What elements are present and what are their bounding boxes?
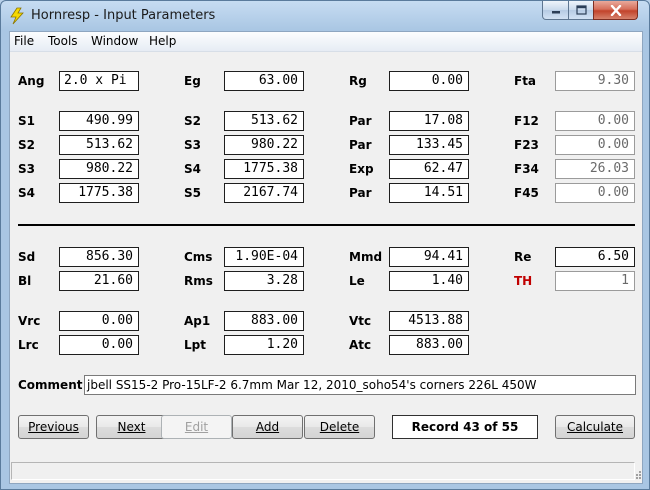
menu-bar: File Tools Window Help <box>10 32 642 52</box>
title-bar[interactable]: Hornresp - Input Parameters <box>1 1 649 31</box>
eg-field[interactable]: 63.00 <box>224 71 304 91</box>
comment-field[interactable]: jbell SS15-2 Pro-15LF-2 6.7mm Mar 12, 20… <box>84 375 636 395</box>
vtc-label: Vtc <box>349 314 372 328</box>
maximize-button[interactable] <box>568 1 594 20</box>
exp-field[interactable]: 62.47 <box>389 159 469 179</box>
atc-field[interactable]: 883.00 <box>389 335 469 355</box>
f12-field: 0.00 <box>555 111 635 131</box>
bl-label: Bl <box>18 274 32 288</box>
ap1-label: Ap1 <box>184 314 211 328</box>
delete-button[interactable]: Delete <box>304 415 375 439</box>
previous-button[interactable]: Previous <box>18 415 89 439</box>
rg-field[interactable]: 0.00 <box>389 71 469 91</box>
next-button[interactable]: Next <box>96 415 167 439</box>
s2-label-b: S2 <box>184 114 201 128</box>
close-button[interactable] <box>593 1 638 20</box>
ap1-field[interactable]: 883.00 <box>224 311 304 331</box>
s4-label: S4 <box>18 186 35 200</box>
close-icon <box>610 4 621 16</box>
par-field-2[interactable]: 133.45 <box>389 135 469 155</box>
fta-label: Fta <box>514 74 537 88</box>
resize-grip-icon[interactable] <box>636 470 642 480</box>
bl-field[interactable]: 21.60 <box>59 271 139 291</box>
mmd-label: Mmd <box>349 250 383 264</box>
f34-field: 26.03 <box>555 159 635 179</box>
edit-button[interactable]: Edit <box>161 415 232 439</box>
calculate-button[interactable]: Calculate <box>555 415 635 439</box>
menu-window[interactable]: Window <box>91 34 138 48</box>
rms-label: Rms <box>184 274 213 288</box>
s1-field[interactable]: 490.99 <box>59 111 139 131</box>
f12-label: F12 <box>514 114 539 128</box>
s5-field[interactable]: 2167.74 <box>224 183 304 203</box>
mmd-field[interactable]: 94.41 <box>389 247 469 267</box>
f23-field: 0.00 <box>555 135 635 155</box>
vrc-label: Vrc <box>18 314 41 328</box>
f34-label: F34 <box>514 162 539 176</box>
s4-field[interactable]: 1775.38 <box>59 183 139 203</box>
s5-label: S5 <box>184 186 201 200</box>
menu-tools[interactable]: Tools <box>48 34 78 48</box>
lrc-label: Lrc <box>18 338 39 352</box>
menu-help[interactable]: Help <box>149 34 176 48</box>
le-field[interactable]: 1.40 <box>389 271 469 291</box>
lightning-bolt-icon <box>10 7 24 25</box>
th-field: 1 <box>555 271 635 291</box>
f45-label: F45 <box>514 186 539 200</box>
exp-label: Exp <box>349 162 374 176</box>
s3-field-b[interactable]: 980.22 <box>224 135 304 155</box>
par-field-1[interactable]: 17.08 <box>389 111 469 131</box>
fta-field: 9.30 <box>555 71 635 91</box>
s2-label: S2 <box>18 138 35 152</box>
f45-field: 0.00 <box>555 183 635 203</box>
menu-file[interactable]: File <box>14 34 34 48</box>
s4-label-b: S4 <box>184 162 201 176</box>
s3-label-b: S3 <box>184 138 201 152</box>
cms-label: Cms <box>184 250 213 264</box>
s2-field-b[interactable]: 513.62 <box>224 111 304 131</box>
window-title: Hornresp - Input Parameters <box>31 8 216 23</box>
hornresp-window: Hornresp - Input Parameters File Tools W… <box>0 0 650 490</box>
rg-label: Rg <box>349 74 367 88</box>
lrc-field[interactable]: 0.00 <box>59 335 139 355</box>
f23-label: F23 <box>514 138 539 152</box>
minimize-button[interactable] <box>542 1 569 20</box>
s1-label: S1 <box>18 114 35 128</box>
comment-label: Comment <box>18 378 83 392</box>
sd-field[interactable]: 856.30 <box>59 247 139 267</box>
maximize-icon <box>575 5 587 15</box>
s3-label: S3 <box>18 162 35 176</box>
cms-field[interactable]: 1.90E-04 <box>224 247 304 267</box>
lpt-field[interactable]: 1.20 <box>224 335 304 355</box>
vtc-field[interactable]: 4513.88 <box>389 311 469 331</box>
lpt-label: Lpt <box>184 338 206 352</box>
le-label: Le <box>349 274 365 288</box>
eg-label: Eg <box>184 74 201 88</box>
vrc-field[interactable]: 0.00 <box>59 311 139 331</box>
s3-field[interactable]: 980.22 <box>59 159 139 179</box>
par-field-3[interactable]: 14.51 <box>389 183 469 203</box>
s2-field[interactable]: 513.62 <box>59 135 139 155</box>
rms-field[interactable]: 3.28 <box>224 271 304 291</box>
add-button[interactable]: Add <box>232 415 303 439</box>
par-label-2: Par <box>349 138 372 152</box>
re-label: Re <box>514 250 532 264</box>
client-area: File Tools Window Help Ang 2.0 x Pi Eg 6… <box>9 31 643 484</box>
sd-label: Sd <box>18 250 36 264</box>
re-field[interactable]: 6.50 <box>555 247 635 267</box>
par-label-3: Par <box>349 186 372 200</box>
s4-field-b[interactable]: 1775.38 <box>224 159 304 179</box>
atc-label: Atc <box>349 338 372 352</box>
ang-field[interactable]: 2.0 x Pi <box>59 71 139 91</box>
section-divider <box>18 224 635 226</box>
status-bar <box>11 462 635 480</box>
ang-label: Ang <box>18 74 45 88</box>
par-label-1: Par <box>349 114 372 128</box>
th-label[interactable]: TH <box>514 274 532 288</box>
record-indicator: Record 43 of 55 <box>392 415 538 439</box>
minimize-icon <box>551 11 560 14</box>
